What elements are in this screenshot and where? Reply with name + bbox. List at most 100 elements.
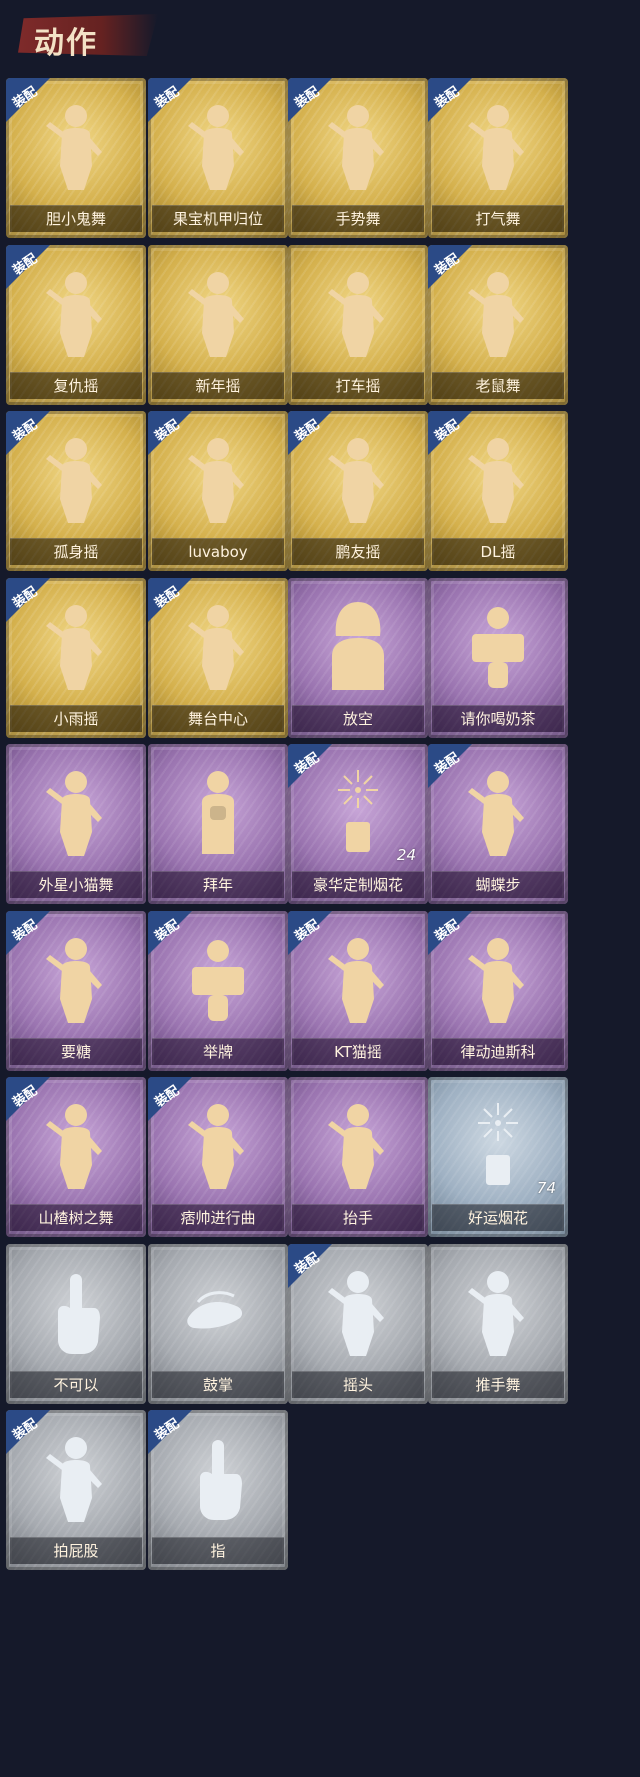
equipped-badge: 装配 (428, 245, 472, 289)
equipped-badge: 装配 (428, 744, 472, 788)
emote-card[interactable]: 抬手 (288, 1077, 428, 1237)
emote-card[interactable]: 果宝机甲归位 装配 (148, 78, 288, 238)
equipped-badge: 装配 (288, 78, 332, 122)
dance-figure-icon (178, 263, 258, 371)
emote-name: 外星小猫舞 (10, 871, 142, 898)
emote-card[interactable]: 痞帅进行曲 装配 (148, 1077, 288, 1237)
equipped-badge: 装配 (6, 1077, 50, 1121)
emote-card[interactable]: 要糖 装配 (6, 911, 146, 1071)
dance-figure-icon (36, 762, 116, 870)
emote-card[interactable]: 复仇摇 装配 (6, 245, 146, 405)
emote-card[interactable]: 举牌 装配 (148, 911, 288, 1071)
emote-name: DL摇 (432, 538, 564, 565)
emote-grid: 胆小鬼舞 装配 果宝机甲归位 装配 手势舞 装配 打气舞 装配 复仇摇 装配 新年摇 (0, 0, 640, 1777)
item-count: 24 (396, 846, 416, 864)
equipped-badge: 装配 (148, 411, 192, 455)
equipped-badge: 装配 (6, 1410, 50, 1454)
emote-name: 好运烟花 (432, 1204, 564, 1231)
equipped-badge: 装配 (6, 245, 50, 289)
emote-card[interactable]: 拜年 (148, 744, 288, 904)
emote-card[interactable]: 打气舞 装配 (428, 78, 568, 238)
equipped-badge: 装配 (6, 411, 50, 455)
emote-name: 复仇摇 (10, 372, 142, 399)
emote-card[interactable]: 律动迪斯科 装配 (428, 911, 568, 1071)
emote-name: 抬手 (292, 1204, 424, 1231)
dance-figure-icon (318, 263, 398, 371)
emote-name: 打车摇 (292, 372, 424, 399)
emote-card[interactable]: 老鼠舞 装配 (428, 245, 568, 405)
emote-card[interactable]: 推手舞 (428, 1244, 568, 1404)
emote-name: 举牌 (152, 1038, 284, 1065)
emote-name: 拍屁股 (10, 1537, 142, 1564)
equipped-badge: 装配 (148, 1410, 192, 1454)
hand-icon (36, 1262, 116, 1370)
emote-card[interactable]: 指 装配 (148, 1410, 288, 1570)
emote-name: 鼓掌 (152, 1371, 284, 1398)
emote-name: 胆小鬼舞 (10, 205, 142, 232)
equipped-badge: 装配 (6, 578, 50, 622)
dance-figure-icon (458, 1262, 538, 1370)
emote-name: 新年摇 (152, 372, 284, 399)
emote-name: 果宝机甲归位 (152, 205, 284, 232)
sign-figure-icon (458, 596, 538, 704)
emote-name: 请你喝奶茶 (432, 705, 564, 732)
emote-name: 拜年 (152, 871, 284, 898)
equipped-badge: 装配 (428, 78, 472, 122)
equipped-badge: 装配 (6, 78, 50, 122)
emote-name: 孤身摇 (10, 538, 142, 565)
equipped-badge: 装配 (6, 911, 50, 955)
emote-name: 要糖 (10, 1038, 142, 1065)
emote-name: 律动迪斯科 (432, 1038, 564, 1065)
equipped-badge: 装配 (148, 578, 192, 622)
emote-card[interactable]: DL摇 装配 (428, 411, 568, 571)
item-count: 74 (536, 1179, 556, 1197)
emote-name: 豪华定制烟花 (292, 871, 424, 898)
emote-card[interactable]: 鼓掌 (148, 1244, 288, 1404)
emote-name: 舞台中心 (152, 705, 284, 732)
emote-card[interactable]: 打车摇 (288, 245, 428, 405)
equipped-badge: 装配 (148, 78, 192, 122)
emote-card[interactable]: 放空 (288, 578, 428, 738)
equipped-badge: 装配 (148, 1077, 192, 1121)
emote-card[interactable]: 24 豪华定制烟花 装配 (288, 744, 428, 904)
emote-card[interactable]: 胆小鬼舞 装配 (6, 78, 146, 238)
emote-name: 小雨摇 (10, 705, 142, 732)
emote-card[interactable]: 外星小猫舞 (6, 744, 146, 904)
equipped-badge: 装配 (288, 411, 332, 455)
emote-card[interactable]: luvaboy 装配 (148, 411, 288, 571)
emote-name: 蝴蝶步 (432, 871, 564, 898)
emote-card[interactable]: KT猫摇 装配 (288, 911, 428, 1071)
emote-name: 推手舞 (432, 1371, 564, 1398)
emote-name: 老鼠舞 (432, 372, 564, 399)
dance-figure-icon (318, 1095, 398, 1203)
emote-name: 鹏友摇 (292, 538, 424, 565)
equipped-badge: 装配 (288, 1244, 332, 1288)
emote-card[interactable]: 山楂树之舞 装配 (6, 1077, 146, 1237)
equipped-badge: 装配 (288, 911, 332, 955)
emote-name: 放空 (292, 705, 424, 732)
emote-card[interactable]: 手势舞 装配 (288, 78, 428, 238)
emote-name: 指 (152, 1537, 284, 1564)
emote-card[interactable]: 不可以 (6, 1244, 146, 1404)
emote-card[interactable]: 请你喝奶茶 (428, 578, 568, 738)
emote-card[interactable]: 74 好运烟花 (428, 1077, 568, 1237)
emote-name: 手势舞 (292, 205, 424, 232)
emote-card[interactable]: 舞台中心 装配 (148, 578, 288, 738)
emote-card[interactable]: 孤身摇 装配 (6, 411, 146, 571)
emote-name: KT猫摇 (292, 1038, 424, 1065)
emote-card[interactable]: 摇头 装配 (288, 1244, 428, 1404)
emote-card[interactable]: 新年摇 (148, 245, 288, 405)
emote-name: 山楂树之舞 (10, 1204, 142, 1231)
equipped-badge: 装配 (428, 411, 472, 455)
emote-name: luvaboy (152, 538, 284, 565)
emote-card[interactable]: 蝴蝶步 装配 (428, 744, 568, 904)
hooded-figure-icon (318, 596, 398, 704)
equipped-badge: 装配 (428, 911, 472, 955)
fireworks-icon (458, 1095, 538, 1203)
emote-card[interactable]: 鹏友摇 装配 (288, 411, 428, 571)
emote-card[interactable]: 小雨摇 装配 (6, 578, 146, 738)
clap-icon (178, 1262, 258, 1370)
emote-card[interactable]: 拍屁股 装配 (6, 1410, 146, 1570)
equipped-badge: 装配 (148, 911, 192, 955)
emote-name: 摇头 (292, 1371, 424, 1398)
